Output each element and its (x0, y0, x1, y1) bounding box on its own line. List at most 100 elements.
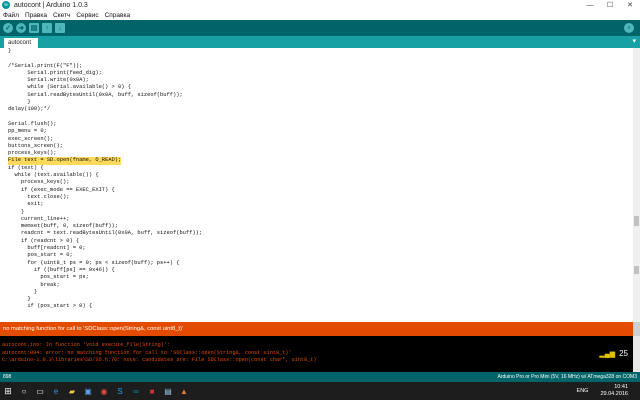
code-line[interactable]: Serial.write(0x0A); (8, 77, 202, 84)
new-sketch-button[interactable]: ▤ (29, 23, 39, 33)
code-line[interactable]: text.close(); (8, 194, 202, 201)
serial-monitor-button[interactable]: ⌕ (624, 23, 634, 33)
skype-icon[interactable]: S (112, 382, 128, 400)
code-line[interactable]: Serial.print(feed_dig); (8, 70, 202, 77)
code-line[interactable]: pos_start = 0; (8, 252, 202, 259)
code-line[interactable]: while (Serial.available() > 0) { (8, 84, 202, 91)
menu-file[interactable]: Файл (3, 12, 19, 19)
scrollbar-marker (634, 266, 639, 274)
code-line[interactable]: if ((buff[ps] == 0x46)) { (8, 267, 202, 274)
code-line-text: if (text) { (8, 164, 44, 171)
code-line-text: memset(buff, 0, sizeof(buff)); (8, 223, 118, 230)
app-icon[interactable]: ▲ (176, 382, 192, 400)
arduino-app-icon: ∞ (2, 1, 10, 9)
code-line-text: for (uint8_t ps = 0; ps < sizeof(buff); … (8, 259, 180, 266)
code-line[interactable]: } (8, 289, 202, 296)
clock[interactable]: 10:41 29.04.2016 (600, 384, 628, 398)
close-button[interactable]: ✕ (620, 0, 640, 10)
explorer-icon[interactable]: ▰ (64, 382, 80, 400)
menu-tools[interactable]: Сервис (76, 12, 98, 19)
code-line[interactable]: break; (8, 282, 202, 289)
code-line-text: delay(100);*/ (8, 106, 51, 113)
scrollbar-thumb[interactable] (634, 216, 639, 226)
code-line[interactable]: delay(100);*/ (8, 106, 202, 113)
arduino-icon[interactable]: ∞ (128, 382, 144, 400)
code-line-text: File text = SD.open(fname, O_READ); (8, 157, 122, 165)
code-line[interactable]: Serial.readBytesUntil(0x0A, buff, sizeof… (8, 92, 202, 99)
code-line[interactable]: } (8, 209, 202, 216)
search-icon[interactable]: ○ (16, 382, 32, 400)
code-line-text: pp_menu = 0; (8, 128, 47, 135)
line-number: 898 (3, 374, 12, 380)
code-line[interactable]: /*Serial.print(F("F")); (8, 63, 202, 70)
code-line-text: text.close(); (8, 193, 70, 200)
code-line[interactable]: if (exec_mode == EXEC_EXIT) { (8, 187, 202, 194)
code-line-text: current_line++; (8, 215, 70, 222)
windows-start-icon[interactable]: ⊞ (0, 382, 16, 400)
edge-icon[interactable]: e (48, 382, 64, 400)
task-view-icon[interactable]: ▭ (32, 382, 48, 400)
code-line[interactable]: buttons_screen(); (8, 143, 202, 150)
code-line-text: Serial.write(0x0A); (8, 77, 89, 84)
code-line[interactable]: for (uint8_t ps = 0; ps < sizeof(buff); … (8, 260, 202, 267)
app-icon[interactable]: ■ (144, 382, 160, 400)
code-line[interactable]: while (text.available()) { (8, 172, 202, 179)
code-line[interactable]: if (pos_start > 0) { (8, 303, 202, 310)
code-line[interactable]: pos_start = ps; (8, 274, 202, 281)
editor-scrollbar[interactable] (633, 48, 640, 322)
code-line[interactable]: process_keys(); (8, 150, 202, 157)
code-line[interactable] (8, 55, 202, 62)
console-text: autocont.ino: In function 'void execute_… (2, 342, 316, 365)
code-line[interactable] (8, 114, 202, 121)
tab-autocont[interactable]: autocont (4, 38, 38, 48)
code-line[interactable]: memset(buff, 0, sizeof(buff)); (8, 223, 202, 230)
menu-sketch[interactable]: Скетч (53, 12, 70, 19)
code-line[interactable]: process_keys(); (8, 179, 202, 186)
language-indicator[interactable]: ENG (577, 388, 589, 394)
chrome-icon[interactable]: ◉ (96, 382, 112, 400)
verify-button[interactable]: ✓ (3, 23, 13, 33)
upload-button[interactable]: ➜ (16, 23, 26, 33)
code-line[interactable]: current_line++; (8, 216, 202, 223)
code-line-text: if ((buff[ps] == 0x46)) { (8, 266, 115, 273)
title-bar: ∞ autocont | Arduino 1.0.3 — ☐ ✕ (0, 0, 640, 10)
menu-bar: Файл Правка Скетч Сервис Справка (0, 10, 640, 20)
code-line-text: Serial.print(feed_dig); (8, 69, 102, 76)
code-line[interactable]: exit; (8, 201, 202, 208)
console-line: autocont.ino: In function 'void execute_… (2, 342, 171, 348)
windows-taskbar: ⊞ ○ ▭ e ▰ ▣ ◉ S ∞ ■ ▤ ▲ ENG 10:41 29.04.… (0, 382, 640, 400)
code-line[interactable]: } (8, 296, 202, 303)
console-line-count: ▂▄▆ 25 (599, 349, 628, 358)
code-line[interactable]: buff[readcnt] = 0; (8, 245, 202, 252)
code-line[interactable]: readcnt = text.readBytesUntil(0x0A, buff… (8, 230, 202, 237)
menu-help[interactable]: Справка (105, 12, 131, 19)
code-line[interactable]: if (readcnt > 0) { (8, 238, 202, 245)
code-line[interactable]: exec_screen(); (8, 136, 202, 143)
console-scrollbar[interactable] (633, 336, 640, 372)
toolbar: ✓ ➜ ▤ ↑ ↓ ⌕ (0, 20, 640, 36)
window-title: autocont | Arduino 1.0.3 (14, 1, 88, 9)
code-line[interactable]: if (text) { (8, 165, 202, 172)
notepad-icon[interactable]: ▤ (160, 382, 176, 400)
store-icon[interactable]: ▣ (80, 382, 96, 400)
menu-edit[interactable]: Правка (25, 12, 47, 19)
minimize-button[interactable]: — (580, 0, 600, 10)
open-sketch-button[interactable]: ↑ (42, 23, 52, 33)
code-line[interactable]: File text = SD.open(fname, O_READ); (8, 157, 202, 165)
code-line-text: if (exec_mode == EXEC_EXIT) { (8, 186, 115, 193)
console-output: autocont.ino: In function 'void execute_… (0, 336, 640, 372)
tab-menu-icon[interactable]: ▾ (632, 37, 636, 45)
code-line-text: pos_start = 0; (8, 252, 73, 259)
code-line-text: pos_start = ps; (8, 274, 89, 281)
code-line[interactable]: pp_menu = 0; (8, 128, 202, 135)
save-sketch-button[interactable]: ↓ (55, 23, 65, 33)
code-area[interactable]: } /*Serial.print(F("F")); Serial.print(f… (8, 48, 202, 311)
console-count-value: 25 (619, 349, 628, 358)
code-editor[interactable]: } /*Serial.print(F("F")); Serial.print(f… (0, 48, 640, 322)
maximize-button[interactable]: ☐ (600, 0, 620, 10)
status-scrollbar[interactable] (633, 322, 640, 336)
code-line[interactable]: Serial.flush(); (8, 121, 202, 128)
code-line[interactable]: } (8, 99, 202, 106)
code-line[interactable]: } (8, 48, 202, 55)
